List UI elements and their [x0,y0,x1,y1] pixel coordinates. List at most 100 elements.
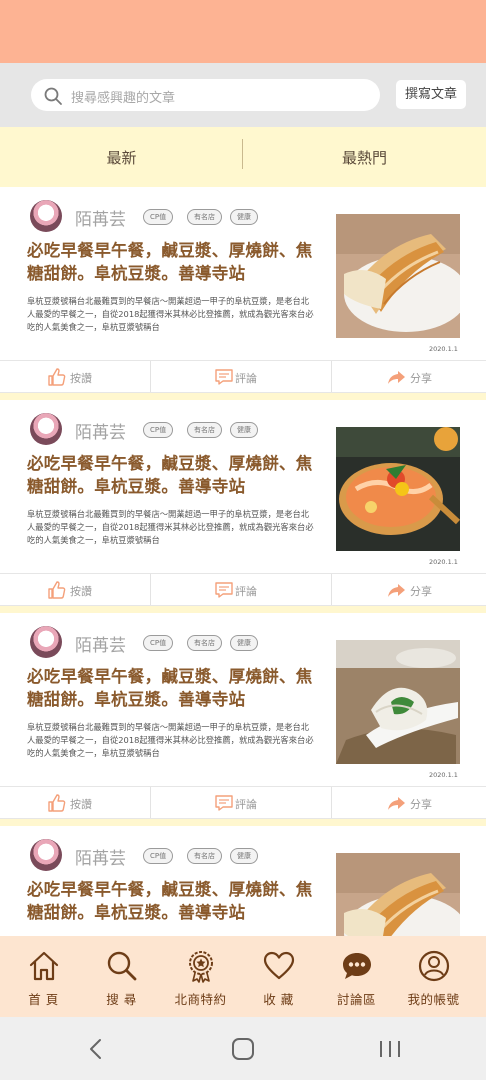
chat-icon [343,953,371,979]
author-name[interactable]: 陌苒芸 [75,205,126,230]
post-date: 2020.1.1 [429,771,458,779]
nav-partner[interactable]: 北商特約 [160,936,241,1017]
status-bar [0,0,486,63]
youtiao-image [336,214,460,338]
tab-bar: 最新 最熱門 [0,127,486,187]
tag-badge[interactable]: CP值 [143,635,174,651]
like-label: 按讚 [70,798,92,811]
author-name[interactable]: 陌苒芸 [75,631,126,656]
search-icon [44,87,62,105]
thumbs-up-icon [48,794,66,812]
tag-badge[interactable]: 健康 [230,422,258,438]
search-input[interactable]: 搜尋感興趣的文章 [31,79,380,111]
nav-home[interactable]: 首 頁 [3,936,84,1017]
comment-icon [215,369,233,385]
tag-badge[interactable]: CP值 [143,422,174,438]
nav-home-label: 首 頁 [28,992,59,1007]
back-icon[interactable] [86,1038,106,1060]
post-thumbnail[interactable] [336,214,460,338]
comment-button[interactable]: 評論 [151,574,331,605]
post-title[interactable]: 必吃早餐早午餐，鹹豆漿、厚燒餅、焦糖甜餅。阜杭豆漿。善導寺站 [27,452,317,498]
nav-forum[interactable]: 討論區 [316,936,397,1017]
post-date: 2020.1.1 [429,558,458,566]
post-title[interactable]: 必吃早餐早午餐，鹹豆漿、厚燒餅、焦糖甜餅。阜杭豆漿。善導寺站 [27,665,317,711]
avatar[interactable] [30,200,62,232]
nav-account[interactable]: 我的帳號 [393,936,474,1017]
avatar[interactable] [30,626,62,658]
nav-favorites[interactable]: 收 藏 [238,936,319,1017]
share-icon [388,371,405,384]
nav-search-label: 搜 尋 [106,992,137,1007]
like-button[interactable]: 按讚 [0,574,150,605]
post-excerpt: 阜杭豆漿號稱台北最難買到的早餐店～開業超過一甲子的阜杭豆漿，是老台北人最愛的早餐… [27,296,314,332]
post-excerpt: 阜杭豆漿號稱台北最難買到的早餐店～開業超過一甲子的阜杭豆漿，是老台北人最愛的早餐… [27,509,314,545]
home-button-icon[interactable] [231,1038,255,1060]
bottom-navigation: 首 頁 搜 尋 北商特約 收 藏 討論區 我的帳號 [0,936,486,1017]
share-icon [388,797,405,810]
tag-badge[interactable]: 健康 [230,209,258,225]
comment-icon [215,582,233,598]
comment-label: 評論 [235,798,257,811]
tag-badge[interactable]: 有名店 [187,422,222,438]
post-card[interactable]: 陌苒芸 CP值 有名店 健康 必吃早餐早午餐，鹹豆漿、厚燒餅、焦糖甜餅。阜杭豆漿… [0,400,486,613]
post-thumbnail[interactable] [336,640,460,764]
nav-favorites-label: 收 藏 [263,992,294,1007]
thumbs-up-icon [48,368,66,386]
post-card[interactable]: 陌苒芸 CP值 有名店 健康 必吃早餐早午餐，鹹豆漿、厚燒餅、焦糖甜餅。阜杭豆漿… [0,613,486,826]
share-button[interactable]: 分享 [332,574,486,605]
post-date: 2020.1.1 [429,345,458,353]
tag-badge[interactable]: 健康 [230,848,258,864]
post-feed: 陌苒芸 CP值 有名店 健康 必吃早餐早午餐，鹹豆漿、厚燒餅、焦糖甜餅。阜杭豆漿… [0,187,486,936]
dumplings-image [336,640,460,764]
tag-badge[interactable]: 有名店 [187,848,222,864]
comment-button[interactable]: 評論 [151,361,331,392]
tag-badge[interactable]: CP值 [143,848,174,864]
home-icon [29,951,59,981]
comment-icon [215,795,233,811]
avatar[interactable] [30,413,62,445]
tag-badge[interactable]: 健康 [230,635,258,651]
comment-label: 評論 [235,372,257,385]
post-actions: 按讚 評論 分享 [0,573,486,606]
author-name[interactable]: 陌苒芸 [75,418,126,443]
search-icon [107,951,137,981]
tab-popular[interactable]: 最熱門 [243,127,486,187]
youtiao-image [336,853,460,936]
share-label: 分享 [410,372,432,385]
search-bar: 搜尋感興趣的文章 撰寫文章 [0,63,486,127]
seafood-image [336,427,460,551]
search-placeholder: 搜尋感興趣的文章 [71,91,176,106]
post-actions: 按讚 評論 分享 [0,786,486,819]
nav-forum-label: 討論區 [336,992,376,1007]
like-label: 按讚 [70,372,92,385]
post-card[interactable]: 陌苒芸 CP值 有名店 健康 必吃早餐早午餐，鹹豆漿、厚燒餅、焦糖甜餅。阜杭豆漿… [0,826,486,936]
tab-latest[interactable]: 最新 [0,127,243,187]
write-article-button[interactable]: 撰寫文章 [396,80,466,109]
post-title[interactable]: 必吃早餐早午餐，鹹豆漿、厚燒餅、焦糖甜餅。阜杭豆漿。善導寺站 [27,239,317,285]
avatar[interactable] [30,839,62,871]
comment-button[interactable]: 評論 [151,787,331,818]
share-label: 分享 [410,585,432,598]
post-excerpt: 阜杭豆漿號稱台北最難買到的早餐店～開業超過一甲子的阜杭豆漿，是老台北人最愛的早餐… [27,722,314,758]
like-button[interactable]: 按讚 [0,361,150,392]
badge-icon [189,951,213,983]
post-thumbnail[interactable] [336,853,460,936]
post-card[interactable]: 陌苒芸 CP值 有名店 健康 必吃早餐早午餐，鹹豆漿、厚燒餅、焦糖甜餅。阜杭豆漿… [0,187,486,400]
share-button[interactable]: 分享 [332,787,486,818]
nav-partner-label: 北商特約 [174,992,227,1007]
tag-badge[interactable]: 有名店 [187,209,222,225]
share-icon [388,584,405,597]
author-name[interactable]: 陌苒芸 [75,844,126,869]
heart-icon [263,951,295,980]
nav-search[interactable]: 搜 尋 [81,936,162,1017]
thumbs-up-icon [48,581,66,599]
tag-badge[interactable]: 有名店 [187,635,222,651]
share-button[interactable]: 分享 [332,361,486,392]
post-title[interactable]: 必吃早餐早午餐，鹹豆漿、厚燒餅、焦糖甜餅。阜杭豆漿。善導寺站 [27,878,317,924]
recent-apps-icon[interactable] [378,1039,402,1059]
comment-label: 評論 [235,585,257,598]
tag-badge[interactable]: CP值 [143,209,174,225]
post-thumbnail[interactable] [336,427,460,551]
like-label: 按讚 [70,585,92,598]
like-button[interactable]: 按讚 [0,787,150,818]
